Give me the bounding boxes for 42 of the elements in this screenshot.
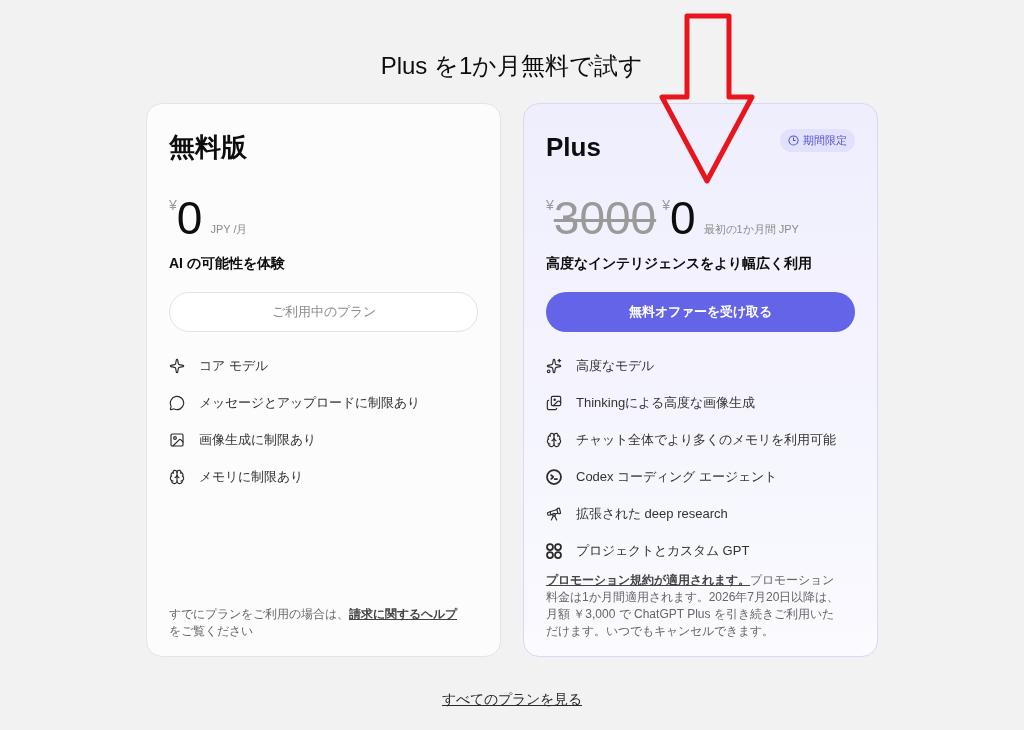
price-unit: JPY /月 <box>210 224 248 235</box>
plan-button[interactable]: 無料オファーを受け取る <box>546 292 855 332</box>
page-heading: Plus を1か月無料で試す <box>380 51 644 81</box>
terminal-face-icon <box>546 469 562 485</box>
sparkles-icon <box>546 358 562 374</box>
telescope-icon <box>546 506 562 522</box>
brain-icon <box>546 432 562 448</box>
chat-bubble-icon <box>169 395 185 411</box>
feature-text: 画像生成に制限あり <box>199 431 316 449</box>
all-plans-link[interactable]: すべてのプランを見る <box>442 689 582 709</box>
price-amount: 0 <box>176 195 203 241</box>
offer-label: 期間限定 <box>803 135 847 146</box>
original-price: 3000 <box>553 195 657 241</box>
sparkle-icon <box>169 358 185 374</box>
brain-icon <box>169 469 185 485</box>
feature-text: Thinkingによる高度な画像生成 <box>576 394 756 412</box>
feature-text: チャット全体でより多くのメモリを利用可能 <box>576 431 836 449</box>
price-amount: 0 <box>669 195 696 241</box>
footnote-link[interactable]: プロモーション規約が適用されます。 <box>546 573 750 587</box>
image-icon <box>169 432 185 448</box>
plan-name: 無料版 <box>169 132 247 162</box>
currency-symbol: ¥ <box>662 198 670 212</box>
plan-tagline: 高度なインテリジェンスをより幅広く利用 <box>546 254 813 273</box>
footnote-text: すでにプランをご利用の場合は、請求に関するヘルプ をご覧ください <box>169 606 459 640</box>
feature-text: Codex コーディング エージェント <box>576 468 777 486</box>
feature-text: 拡張された deep research <box>576 505 728 523</box>
feature-text: コア モデル <box>199 357 268 375</box>
feature-text: メモリに制限あり <box>199 468 303 486</box>
feature-text: 高度なモデル <box>576 357 654 375</box>
plan-tagline: AI の可能性を体験 <box>169 254 286 273</box>
currency-symbol: ¥ <box>169 198 177 212</box>
feature-text: プロジェクトとカスタム GPT <box>576 542 750 560</box>
footnote-link[interactable]: 請求に関するヘルプ <box>349 607 457 621</box>
clock-icon <box>788 135 799 146</box>
plan-button[interactable]: ご利用中のプラン <box>169 292 478 332</box>
feature-text: メッセージとアップロードに制限あり <box>199 394 420 412</box>
price-unit: 最初の1か月間 JPY <box>703 224 799 235</box>
images-icon <box>546 395 562 411</box>
footnote-text: プロモーション規約が適用されます。プロモーション料金は1か月間適用されます。2026年7月20日以降は、月額 ￥3,000 で ChatGPT Plus を引き続きご利用いただけます。いつでもキャンセルできます。 <box>546 572 841 640</box>
currency-symbol: ¥ <box>546 198 554 212</box>
plan-name: Plus <box>546 132 601 162</box>
four-circles-icon <box>546 543 562 559</box>
